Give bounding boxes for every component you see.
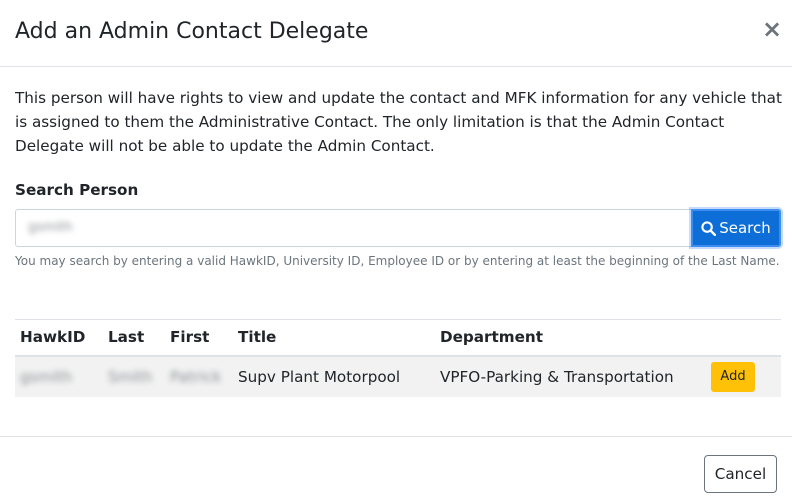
column-header-title: Title	[238, 328, 277, 347]
search-person-label: Search Person	[15, 181, 139, 199]
table-row: gsmith Smith Patrick Supv Plant Motorpoo…	[15, 355, 781, 397]
modal-description: This person will have rights to view and…	[15, 89, 782, 155]
close-icon[interactable]: ×	[762, 17, 782, 41]
cancel-button[interactable]: Cancel	[704, 455, 777, 493]
search-button[interactable]: Search	[691, 209, 781, 247]
cell-hawkid: gsmith	[20, 367, 73, 386]
cell-action: Add	[711, 356, 781, 397]
search-help-text: You may search by entering a valid HawkI…	[15, 254, 780, 268]
search-button-label: Search	[719, 219, 771, 237]
column-header-first: First	[170, 328, 210, 347]
cell-last: Smith	[108, 367, 153, 386]
modal-header: Add an Admin Contact Delegate ×	[0, 0, 792, 67]
column-header-last: Last	[108, 328, 145, 347]
search-input[interactable]	[15, 209, 692, 247]
modal-title: Add an Admin Contact Delegate	[15, 19, 369, 44]
search-input-value: gsmith	[28, 220, 73, 235]
column-header-hawkid: HawkID	[20, 328, 86, 347]
cell-title: Supv Plant Motorpool	[238, 367, 401, 386]
cell-first: Patrick	[170, 367, 222, 386]
modal-footer: Cancel	[0, 436, 792, 504]
column-header-department: Department	[440, 328, 543, 347]
add-admin-contact-delegate-modal: Add an Admin Contact Delegate × This per…	[0, 0, 792, 504]
column-header-action	[711, 320, 781, 356]
results-table: HawkID Last First Title Department gsmit…	[15, 319, 781, 397]
table-header-row: HawkID Last First Title Department	[15, 319, 781, 356]
search-icon	[701, 220, 717, 236]
cell-department: VPFO-Parking & Transportation	[440, 367, 674, 386]
add-button[interactable]: Add	[711, 361, 755, 392]
